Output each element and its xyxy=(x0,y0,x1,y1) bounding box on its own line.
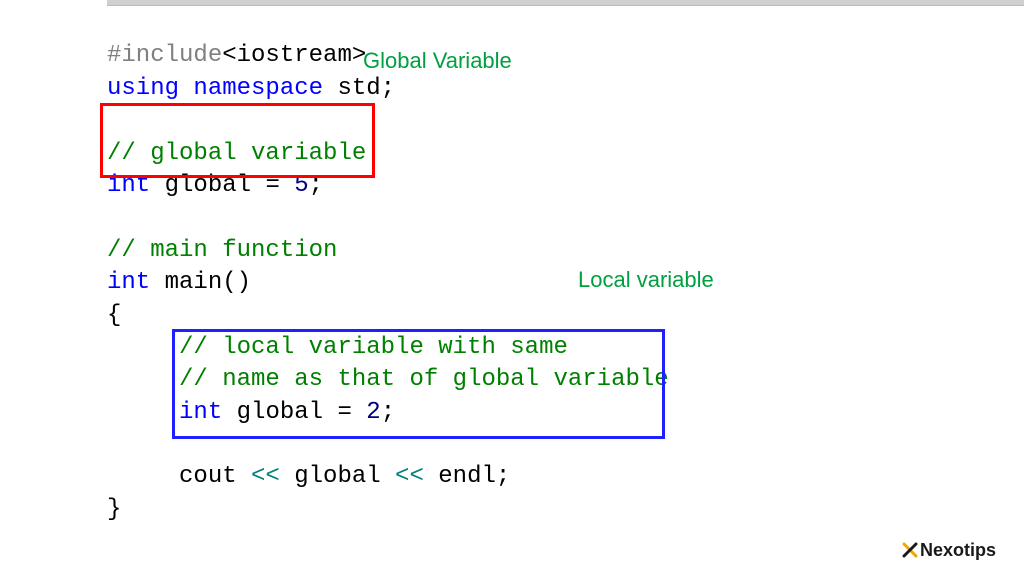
brace-open: { xyxy=(107,302,121,329)
kw-int: int xyxy=(107,269,150,296)
indent xyxy=(107,334,179,361)
angle-open: < xyxy=(222,42,236,69)
ident-endl: endl xyxy=(438,463,496,490)
kw-namespace: namespace xyxy=(193,75,323,102)
semi: ; xyxy=(381,75,395,102)
indent xyxy=(107,463,179,490)
comment-main: // main function xyxy=(107,237,337,264)
fn-main: main() xyxy=(150,269,251,296)
tab-strip-shadow xyxy=(107,0,1024,6)
brand-text: Nexotips xyxy=(920,538,996,562)
semi: ; xyxy=(496,463,510,490)
kw-using: using xyxy=(107,75,179,102)
brace-close: } xyxy=(107,496,121,523)
ident-cout: cout xyxy=(179,463,237,490)
line-9: { xyxy=(107,302,121,329)
line-8: int main() xyxy=(107,269,251,296)
indent xyxy=(107,366,179,393)
line-2: using namespace std; xyxy=(107,75,395,102)
op-stream: << xyxy=(381,463,439,490)
line-1: #include<iostream> xyxy=(107,42,366,69)
ident-std: std xyxy=(337,75,380,102)
indent xyxy=(107,399,179,426)
brand-x-icon xyxy=(902,542,918,558)
preproc-include: #include xyxy=(107,42,222,69)
header-name: iostream xyxy=(237,42,352,69)
highlight-box-local xyxy=(172,329,665,439)
op-stream: << xyxy=(237,463,295,490)
line-7: // main function xyxy=(107,237,337,264)
line-15: } xyxy=(107,496,121,523)
annotation-global-variable: Global Variable xyxy=(363,46,512,76)
brand-logo: Nexotips xyxy=(902,538,996,562)
line-14: cout << global << endl; xyxy=(107,463,510,490)
annotation-local-variable: Local variable xyxy=(578,265,714,295)
ident-global-ref: global xyxy=(294,463,380,490)
highlight-box-global xyxy=(100,103,375,178)
